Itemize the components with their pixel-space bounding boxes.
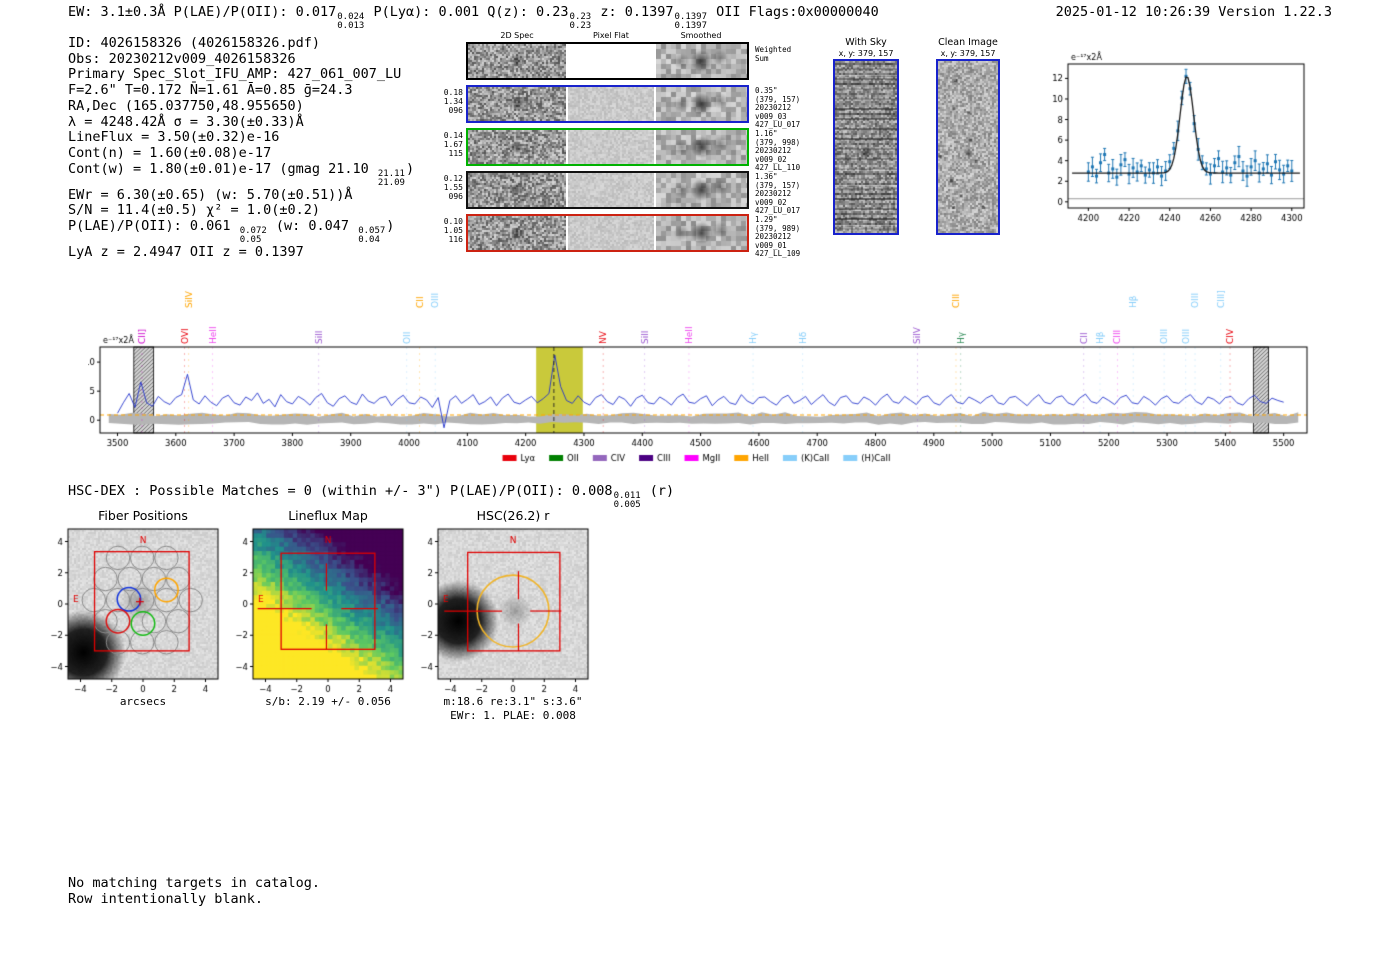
lineflux-map-title: Lineflux Map xyxy=(288,508,368,523)
spec2d-row-meta: 1.36" (379, 157) 20230212 v009_02 427_LU_017 xyxy=(755,172,801,215)
hsc-caption-2: EWr: 1. PLAE: 0.008 xyxy=(450,709,576,722)
spec2d-col-title-pixelflat: Pixel Flat xyxy=(593,31,629,40)
fiber-xlabel: arcsecs xyxy=(119,695,167,708)
uncertainty-stack: 0.057 0.04 xyxy=(358,226,386,246)
clean-image xyxy=(938,61,998,233)
spec2d-col-title-smoothed: Smoothed xyxy=(680,31,722,40)
spec2d-row-meta: 0.35" (379, 157) 20230212 v009_03 427_LU_017 xyxy=(755,86,801,129)
info-line: F=2.6" T=0.172 N̄=1.61 Ā=0.85 ḡ=24.3 xyxy=(68,82,353,99)
spec2d-flat-image xyxy=(568,173,654,207)
info-line: S/N = 11.4(±0.5) χ² = 1.0(±0.2) xyxy=(68,202,320,219)
info-line: Obs: 20230212v009_4026158326 xyxy=(68,50,296,67)
header-text: P(Lyα): 0.001 xyxy=(365,4,488,20)
info-line: P(LAE)/P(OII): 0.061 0.072 0.05 (w: 0.047… xyxy=(68,218,395,246)
spec2d-row-scale-values: 0.10 1.05 116 xyxy=(443,217,463,244)
spec2d-row-meta: Weighted Sum xyxy=(755,45,792,63)
withsky-image xyxy=(835,61,897,233)
spec2d-row xyxy=(466,171,749,209)
spec2d-row xyxy=(466,214,749,252)
full-spectrum-chart xyxy=(88,272,1318,472)
spec2d-spec-image xyxy=(468,173,566,207)
info-line: LyA z = 2.4947 OII z = 0.1397 xyxy=(68,244,304,261)
spec2d-smoothed-image xyxy=(656,44,747,78)
spec2d-spec-image xyxy=(468,130,566,164)
spec2d-smoothed-image xyxy=(656,130,747,164)
spec2d-smoothed-image xyxy=(656,216,747,250)
hsc-cutout-plot xyxy=(408,526,592,694)
info-line: ID: 4026158326 (4026158326.pdf) xyxy=(68,35,320,51)
info-line: Primary Spec_Slot_IFU_AMP: 427_061_007_L… xyxy=(68,66,402,83)
fiber-positions-plot xyxy=(38,526,222,694)
info-line: Cont(w) = 1.80(±0.01)e-17 (gmag 21.10 21… xyxy=(68,160,415,188)
spec2d-col-title-2dspec: 2D Spec xyxy=(500,31,534,40)
spec2d-row-scale-values: 0.18 1.34 096 xyxy=(443,88,463,115)
spec2d-flat-image xyxy=(568,87,654,121)
elixer-report-page: EW: 3.1±0.3Å P(LAE)/P(OII): 0.017 0.024 0.… xyxy=(0,0,1400,953)
spec2d-row xyxy=(466,85,749,123)
clean-image-title: Clean Image xyxy=(938,37,998,48)
spec2d-flat-image xyxy=(568,130,654,164)
info-line: RA,Dec (165.037750,48.955650) xyxy=(68,97,304,114)
hsc-dex-match-line: HSC-DEX : Possible Matches = 0 (within +… xyxy=(68,483,674,510)
info-line: EWr = 6.30(±0.65) (w: 5.70(±0.51))Å xyxy=(68,186,353,203)
fiber-positions-title: Fiber Positions xyxy=(98,508,188,523)
spec2d-flat-image xyxy=(568,44,654,78)
spec2d-row xyxy=(466,128,749,166)
header-text: z: 0.1397 xyxy=(592,4,674,20)
spec2d-spec-image xyxy=(468,44,566,78)
note-line-2: Row intentionally blank. xyxy=(68,891,264,907)
spec2d-row xyxy=(466,42,749,80)
spec2d-row-scale-values: 0.12 1.55 096 xyxy=(443,174,463,201)
clean-image-frame xyxy=(936,59,1000,235)
info-line: LineFlux = 3.50(±0.32)e-16 xyxy=(68,129,280,146)
spec2d-spec-image xyxy=(468,87,566,121)
uncertainty-stack: 0.024 0.013 xyxy=(337,12,365,31)
hsc-cutout-title: HSC(26.2) r xyxy=(476,508,550,523)
header-text: OII Flags:0x00000040 xyxy=(708,4,879,20)
spec2d-row-meta: 1.29" (379, 989) 20230212 v009_01 427_LL_109 xyxy=(755,215,801,258)
info-line: λ = 4248.42Å σ = 3.30(±0.33)Å xyxy=(68,113,304,130)
header-timestamp: 2025-01-12 10:26:39 Version 1.22.3 xyxy=(1055,4,1332,20)
info-line: Cont(n) = 1.60(±0.08)e-17 xyxy=(68,144,272,161)
uncertainty-stack: 21.11 21.09 xyxy=(377,168,405,188)
uncertainty-stack: 0.1397 0.1397 xyxy=(674,12,708,31)
spec2d-row-meta: 1.16" (379, 998) 20230212 v009_02 427_LL_110 xyxy=(755,129,801,172)
lineflux-map-plot xyxy=(223,526,407,694)
withsky-title: With Sky xyxy=(845,37,887,48)
line-fit-chart xyxy=(1038,48,1312,240)
uncertainty-stack: 0.072 0.05 xyxy=(239,226,267,246)
spec2d-panel xyxy=(466,42,749,257)
header-text: P(LAE)/P(OII): 0.017 xyxy=(173,4,337,20)
uncertainty-stack: 0.011 0.005 xyxy=(613,491,641,510)
spec2d-smoothed-image xyxy=(656,173,747,207)
header-text: Q(z): 0.23 xyxy=(487,4,569,20)
withsky-image-frame xyxy=(833,59,899,235)
spec2d-smoothed-image xyxy=(656,87,747,121)
spec2d-row-scale-values: 0.14 1.67 115 xyxy=(443,131,463,158)
spec2d-flat-image xyxy=(568,216,654,250)
hsc-dex-suffix: (r) xyxy=(641,483,675,499)
clean-image-xy-label: x, y: 379, 157 xyxy=(940,49,996,58)
detection-info-block: ID: 4026158326 (4026158326.pdf) Obs: 2023… xyxy=(68,35,415,261)
lineflux-caption: s/b: 2.19 +/- 0.056 xyxy=(265,695,391,708)
hsc-dex-text: HSC-DEX : Possible Matches = 0 (within +… xyxy=(68,483,613,499)
hsc-caption-1: m:18.6 re:3.1" s:3.6" xyxy=(443,695,583,708)
spec2d-spec-image xyxy=(468,216,566,250)
header-summary: EW: 3.1±0.3Å P(LAE)/P(OII): 0.017 0.024 0.… xyxy=(68,4,879,31)
note-line-1: No matching targets in catalog. xyxy=(68,875,320,891)
withsky-xy-label: x, y: 379, 157 xyxy=(838,49,894,58)
header-text: EW: 3.1±0.3Å xyxy=(68,4,174,20)
uncertainty-stack: 0.23 0.23 xyxy=(569,12,592,31)
